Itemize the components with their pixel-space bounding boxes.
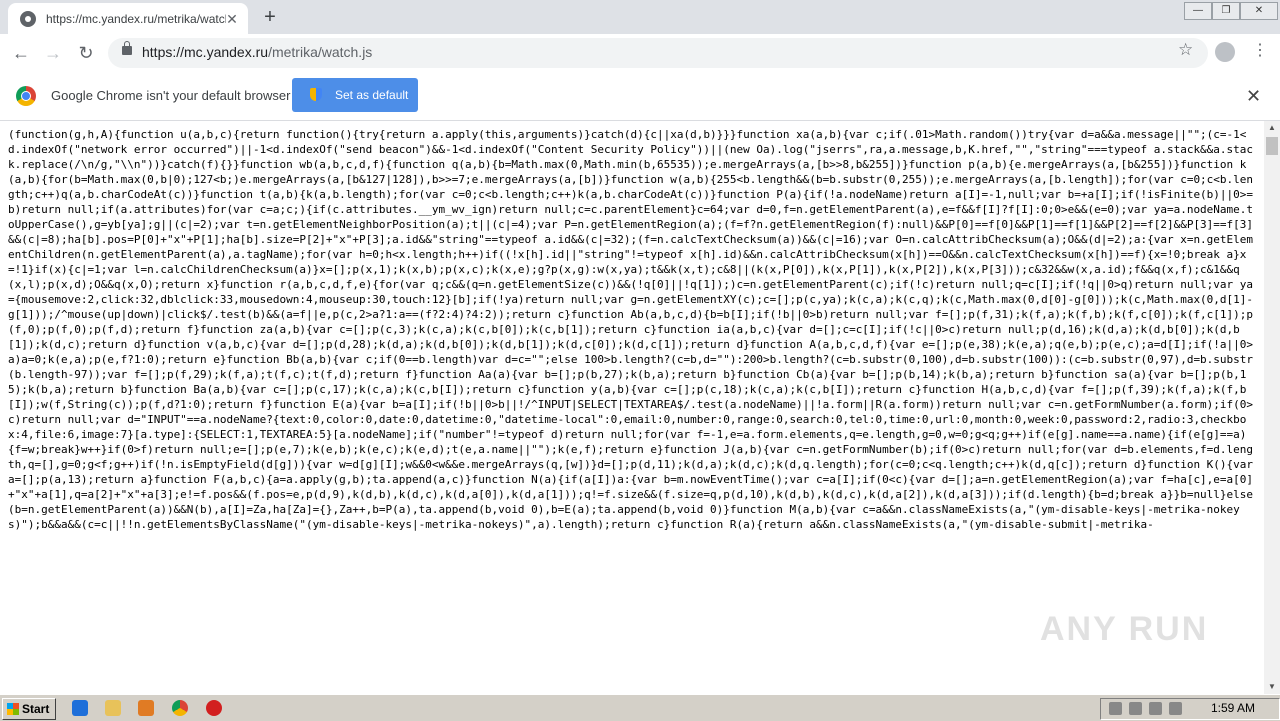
windows-taskbar: Start 1:59 AM	[0, 694, 1280, 721]
globe-icon	[20, 10, 36, 27]
chrome-menu-icon[interactable]: ⋮	[1252, 40, 1268, 60]
window-close-button[interactable]: ✕	[1240, 2, 1278, 20]
tab-strip: https://mc.yandex.ru/metrika/watch.js ✕ …	[0, 0, 1280, 34]
start-button[interactable]: Start	[2, 698, 56, 720]
window-minimize-button[interactable]: —	[1184, 2, 1212, 20]
tab-close-icon[interactable]: ✕	[224, 11, 240, 27]
opera-icon[interactable]	[206, 700, 222, 716]
back-button[interactable]: ←	[9, 41, 33, 65]
url-text[interactable]: https://mc.yandex.ru/metrika/watch.js	[142, 44, 372, 60]
windows-flag-icon	[7, 703, 19, 715]
bookmark-star-icon[interactable]: ☆	[1178, 40, 1193, 60]
clock: 1:59 AM	[1210, 701, 1255, 715]
folder-icon[interactable]	[105, 700, 121, 716]
anyrun-watermark: ANY RUN	[1040, 610, 1209, 648]
tab-title: https://mc.yandex.ru/metrika/watch.js	[46, 11, 226, 26]
uac-shield-icon	[310, 88, 322, 101]
profile-avatar-icon[interactable]	[1215, 42, 1235, 62]
url-host: https://mc.yandex.ru	[142, 44, 269, 60]
browser-toolbar: ← → ↻ https://mc.yandex.ru/metrika/watch…	[0, 34, 1280, 73]
infobar-close-icon[interactable]: ✕	[1246, 86, 1261, 107]
media-player-icon[interactable]	[138, 700, 154, 716]
volume-icon[interactable]	[1149, 702, 1162, 715]
default-browser-infobar: Google Chrome isn't your default browser…	[0, 72, 1280, 121]
reload-button[interactable]: ↻	[74, 41, 98, 65]
infobar-message: Google Chrome isn't your default browser	[51, 88, 291, 103]
network-icon[interactable]	[1129, 702, 1142, 715]
forward-button[interactable]: →	[41, 41, 65, 65]
scroll-down-arrow-icon[interactable]: ▼	[1264, 680, 1280, 694]
url-path: /metrika/watch.js	[268, 44, 373, 60]
chrome-logo-icon	[16, 86, 36, 106]
scroll-up-arrow-icon[interactable]: ▲	[1264, 121, 1280, 135]
new-tab-button[interactable]: +	[258, 5, 282, 29]
system-tray: 1:59 AM	[1100, 698, 1280, 720]
vertical-scrollbar[interactable]: ▲ ▼	[1264, 121, 1280, 694]
javascript-source-text: (function(g,h,A){function u(a,b,c){retur…	[8, 128, 1260, 531]
set-as-default-button[interactable]: Set as default	[292, 78, 418, 112]
set-as-default-label: Set as default	[335, 88, 409, 102]
tray-icon-4[interactable]	[1169, 702, 1182, 715]
lock-icon[interactable]	[122, 41, 132, 55]
internet-explorer-icon[interactable]	[72, 700, 88, 716]
chrome-taskbar-icon[interactable]	[172, 700, 188, 716]
address-bar[interactable]: https://mc.yandex.ru/metrika/watch.js	[108, 38, 1208, 68]
page-content: (function(g,h,A){function u(a,b,c){retur…	[0, 121, 1264, 694]
start-label: Start	[22, 702, 50, 716]
browser-tab[interactable]: https://mc.yandex.ru/metrika/watch.js ✕	[8, 3, 248, 34]
tray-icon-1[interactable]	[1109, 702, 1122, 715]
window-restore-button[interactable]: ❐	[1212, 2, 1240, 20]
scrollbar-thumb[interactable]	[1266, 137, 1278, 155]
